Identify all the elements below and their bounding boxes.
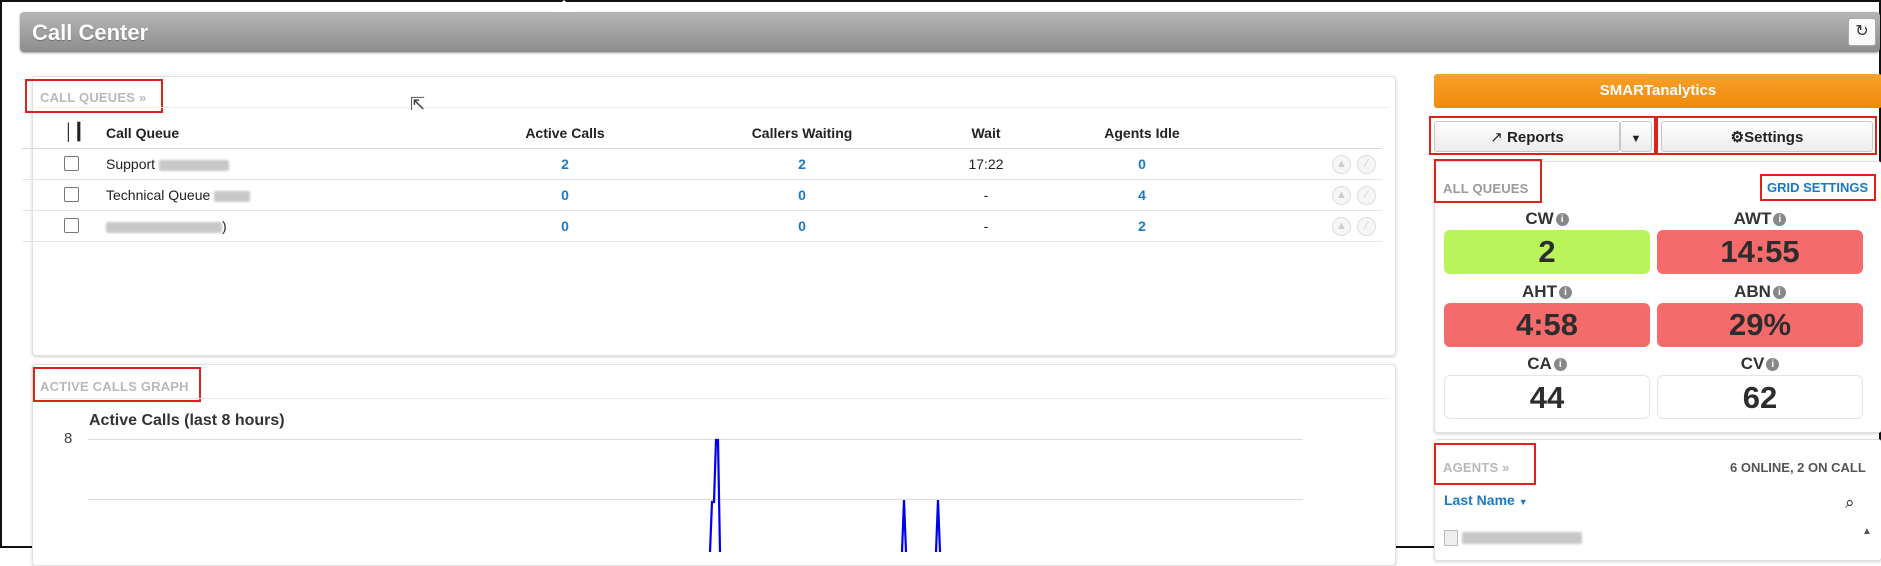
user-icon[interactable]: ▲ (1332, 186, 1351, 205)
active-calls-value[interactable]: 0 (535, 218, 595, 234)
smartanalytics-button[interactable]: SMARTanalytics (1434, 74, 1881, 108)
clip-icon[interactable]: ∕ (1357, 155, 1376, 174)
col-callers-waiting: Callers Waiting (751, 125, 853, 141)
info-icon: i (1553, 358, 1567, 371)
info-icon: i (1772, 286, 1786, 299)
caret-down-icon: ▼ (1518, 497, 1528, 507)
agents-idle-value[interactable]: 0 (1112, 156, 1172, 172)
scrollbar-up-arrow[interactable]: ▲ (1862, 526, 1872, 537)
metric-value-awt: 14:55 (1657, 230, 1863, 274)
row-actions: ▲ ∕ (1332, 154, 1382, 174)
agents-status: 6 ONLINE, 2 ON CALL (1730, 460, 1866, 475)
all-queues-title: ALL QUEUES (1443, 181, 1529, 196)
queue-name: Technical Queue (106, 187, 251, 203)
metric-label-awt: AWT i (1657, 209, 1863, 229)
search-icon[interactable]: ⌕ (1845, 493, 1855, 513)
wait-value: - (983, 187, 989, 203)
metric-value-abn: 29% (1657, 303, 1863, 347)
grid-settings-link[interactable]: GRID SETTINGS (1767, 180, 1868, 195)
info-icon: i (1555, 213, 1569, 226)
active-calls-value[interactable]: 0 (535, 187, 595, 203)
metric-value-ca: 44 (1444, 375, 1650, 419)
chart-title: Active Calls (last 8 hours) (89, 412, 285, 429)
metric-label-aht: AHT i (1444, 282, 1650, 302)
call-queues-title[interactable]: CALL QUEUES » (40, 90, 146, 105)
col-call-queue: Call Queue (106, 125, 180, 141)
refresh-button[interactable]: ↻ (1848, 18, 1876, 46)
table-row[interactable]: Technical Queue 0 0 - 4 ▲ ∕ (22, 179, 1382, 211)
title-notch (552, 0, 576, 12)
queue-name: ) (106, 218, 227, 234)
active-calls-series-line-2 (900, 499, 908, 553)
settings-button[interactable]: ⚙Settings (1661, 121, 1873, 152)
reports-label: Reports (1507, 129, 1564, 146)
page-title: Call Center (32, 20, 149, 45)
callers-waiting-value[interactable]: 0 (772, 187, 832, 203)
table-row[interactable]: ) 0 0 - 2 ▲ ∕ (22, 210, 1382, 242)
agents-idle-value[interactable]: 2 (1112, 218, 1172, 234)
settings-label: Settings (1744, 129, 1804, 146)
title-bar: Call Center ↻ (20, 0, 1880, 52)
gear-icon: ⚙ (1730, 129, 1745, 146)
metric-value-cw: 2 (1444, 230, 1650, 274)
row-checkbox[interactable] (64, 156, 79, 171)
user-icon[interactable]: ▲ (1332, 155, 1351, 174)
row-checkbox[interactable] (64, 187, 79, 202)
info-icon: i (1766, 358, 1780, 371)
info-icon: i (1773, 213, 1787, 226)
reports-button[interactable]: ↗ Reports (1434, 121, 1620, 152)
refresh-icon: ↻ (1855, 23, 1869, 40)
active-calls-series-line (708, 438, 722, 553)
agents-title[interactable]: AGENTS » (1443, 460, 1510, 475)
callers-waiting-value[interactable]: 2 (772, 156, 832, 172)
phone-icon (1444, 529, 1458, 546)
cursor-icon: ⇱ (410, 94, 426, 114)
caret-down-icon: ▼ (1630, 133, 1642, 145)
active-calls-graph-title[interactable]: ACTIVE CALLS GRAPH (40, 379, 189, 394)
sort-last-name-link[interactable]: Last Name ▼ (1444, 492, 1528, 508)
callers-waiting-value[interactable]: 0 (772, 218, 832, 234)
reports-dropdown-button[interactable]: ▼ (1620, 121, 1652, 152)
clip-icon[interactable]: ∕ (1357, 217, 1376, 236)
line-chart-icon: ↗ (1490, 129, 1503, 146)
col-agents-idle: Agents Idle (1104, 125, 1180, 141)
metric-label-ca: CA i (1444, 354, 1650, 374)
metric-label-cv: CV i (1657, 354, 1863, 374)
table-row[interactable]: Support 2 2 17:22 0 ▲ ∕ (22, 148, 1382, 180)
metric-label-cw: CW i (1444, 209, 1650, 229)
agents-idle-value[interactable]: 4 (1112, 187, 1172, 203)
divider (38, 107, 1388, 108)
active-calls-value[interactable]: 2 (535, 156, 595, 172)
row-actions: ▲ ∕ (1332, 185, 1382, 205)
table-header: │┃ Call Queue Active Calls Callers Waiti… (22, 117, 1382, 149)
agent-list-item[interactable] (1444, 529, 1583, 547)
row-checkbox[interactable] (64, 218, 79, 233)
metric-value-aht: 4:58 (1444, 303, 1650, 347)
divider (38, 398, 1388, 399)
row-actions: ▲ ∕ (1332, 216, 1382, 236)
clip-icon[interactable]: ∕ (1357, 186, 1376, 205)
queue-name: Support (106, 156, 229, 172)
metric-value-cv: 62 (1657, 375, 1863, 419)
user-icon[interactable]: ▲ (1332, 217, 1351, 236)
active-calls-line-svg (708, 438, 942, 553)
metric-label-abn: ABN i (1657, 282, 1863, 302)
wait-value: 17:22 (968, 156, 1004, 172)
bar-chart-icon: │┃ (64, 124, 84, 141)
col-wait: Wait (971, 125, 1001, 141)
wait-value: - (983, 218, 989, 234)
col-active-calls: Active Calls (525, 125, 605, 141)
info-icon: i (1558, 286, 1572, 299)
active-calls-series-line-3 (934, 499, 942, 553)
